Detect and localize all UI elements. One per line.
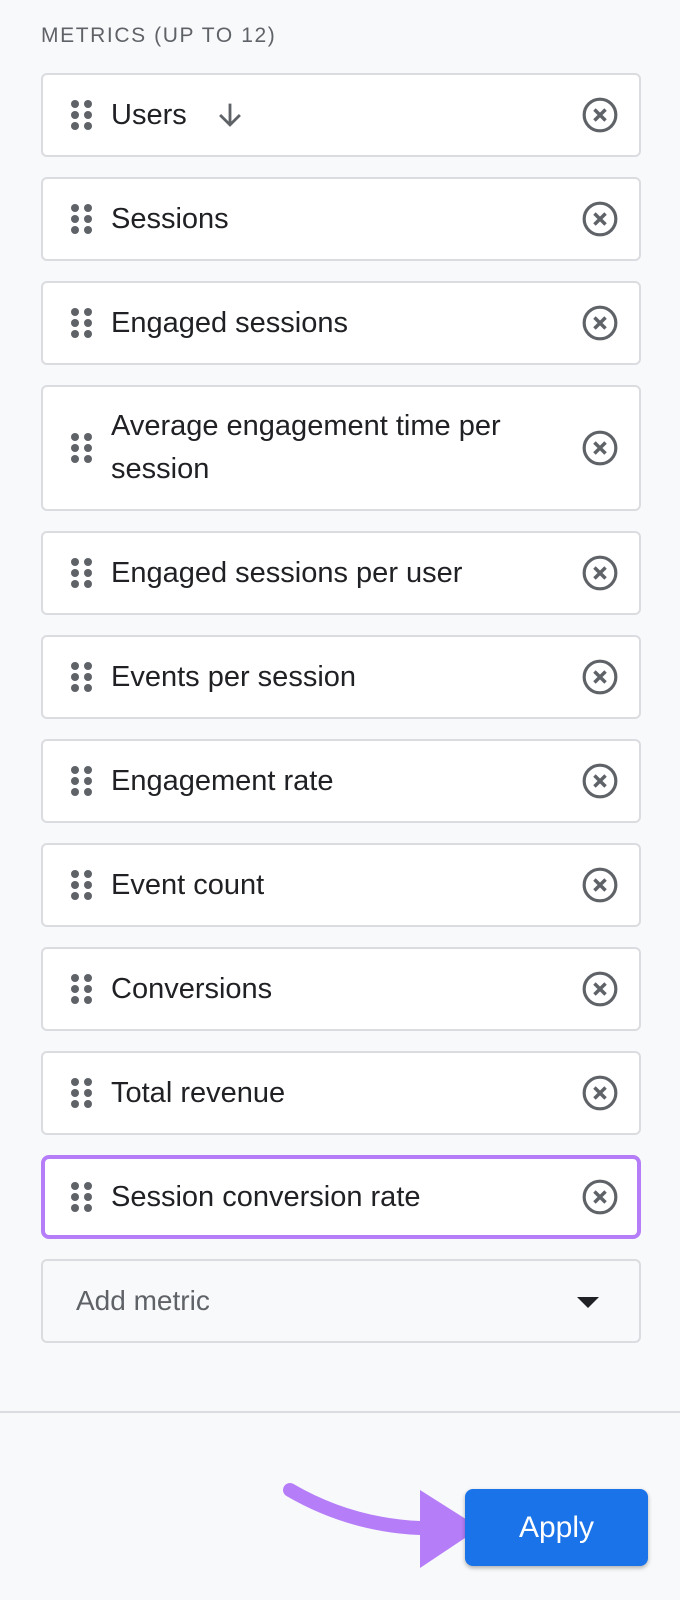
- remove-icon[interactable]: [581, 304, 619, 342]
- drag-handle-icon[interactable]: [71, 870, 93, 900]
- metric-chip-engaged-sessions[interactable]: Engaged sessions: [41, 281, 641, 365]
- drag-handle-icon[interactable]: [71, 1078, 93, 1108]
- drag-handle-icon[interactable]: [71, 308, 93, 338]
- metric-chip-sessions[interactable]: Sessions: [41, 177, 641, 261]
- add-metric-dropdown[interactable]: Add metric: [41, 1259, 641, 1343]
- remove-icon[interactable]: [581, 762, 619, 800]
- remove-icon[interactable]: [581, 1074, 619, 1112]
- drag-handle-icon[interactable]: [71, 100, 93, 130]
- drag-handle-icon[interactable]: [71, 662, 93, 692]
- drag-handle-icon[interactable]: [71, 766, 93, 796]
- metric-label: Average engagement time per session: [111, 410, 501, 485]
- remove-icon[interactable]: [581, 554, 619, 592]
- apply-button[interactable]: Apply: [465, 1489, 648, 1566]
- metric-chip-conversions[interactable]: Conversions: [41, 947, 641, 1031]
- metric-label: Conversions: [111, 972, 273, 1005]
- caret-down-icon: [577, 1297, 599, 1308]
- metric-label: Sessions: [111, 202, 229, 235]
- remove-icon[interactable]: [581, 96, 619, 134]
- footer-divider: [0, 1411, 680, 1413]
- arrow-down-icon[interactable]: [213, 98, 247, 132]
- remove-icon[interactable]: [581, 1178, 619, 1216]
- metric-chip-engaged-sessions-per-user[interactable]: Engaged sessions per user: [41, 531, 641, 615]
- metric-chip-engagement-rate[interactable]: Engagement rate: [41, 739, 641, 823]
- metric-label: Users: [111, 98, 187, 131]
- metric-label: Engaged sessions per user: [111, 556, 463, 589]
- metric-label: Event count: [111, 868, 265, 901]
- add-metric-placeholder: Add metric: [76, 1285, 210, 1316]
- remove-icon[interactable]: [581, 970, 619, 1008]
- section-title: METRICS (UP TO 12): [41, 24, 277, 47]
- metric-label: Session conversion rate: [111, 1180, 421, 1213]
- remove-icon[interactable]: [581, 200, 619, 238]
- drag-handle-icon[interactable]: [71, 1182, 93, 1212]
- metric-label: Total revenue: [111, 1076, 286, 1109]
- remove-icon[interactable]: [581, 658, 619, 696]
- metric-chip-events-per-session[interactable]: Events per session: [41, 635, 641, 719]
- metric-label: Events per session: [111, 660, 357, 693]
- drag-handle-icon[interactable]: [71, 558, 93, 588]
- metric-chip-users[interactable]: Users: [41, 73, 641, 157]
- drag-handle-icon[interactable]: [71, 204, 93, 234]
- metric-chip-average-engagement-time[interactable]: Average engagement time per session: [41, 385, 641, 511]
- remove-icon[interactable]: [581, 866, 619, 904]
- drag-handle-icon[interactable]: [71, 433, 93, 463]
- metric-label: Engaged sessions: [111, 306, 348, 339]
- annotation-arrow-icon: [283, 1483, 480, 1568]
- metric-label: Engagement rate: [111, 764, 334, 797]
- metric-chip-total-revenue[interactable]: Total revenue: [41, 1051, 641, 1135]
- metric-chip-session-conversion-rate[interactable]: Session conversion rate: [41, 1155, 641, 1239]
- metric-chip-event-count[interactable]: Event count: [41, 843, 641, 927]
- remove-icon[interactable]: [581, 429, 619, 467]
- metrics-list: Users Sessions Engaged sessions Average …: [41, 73, 641, 1343]
- drag-handle-icon[interactable]: [71, 974, 93, 1004]
